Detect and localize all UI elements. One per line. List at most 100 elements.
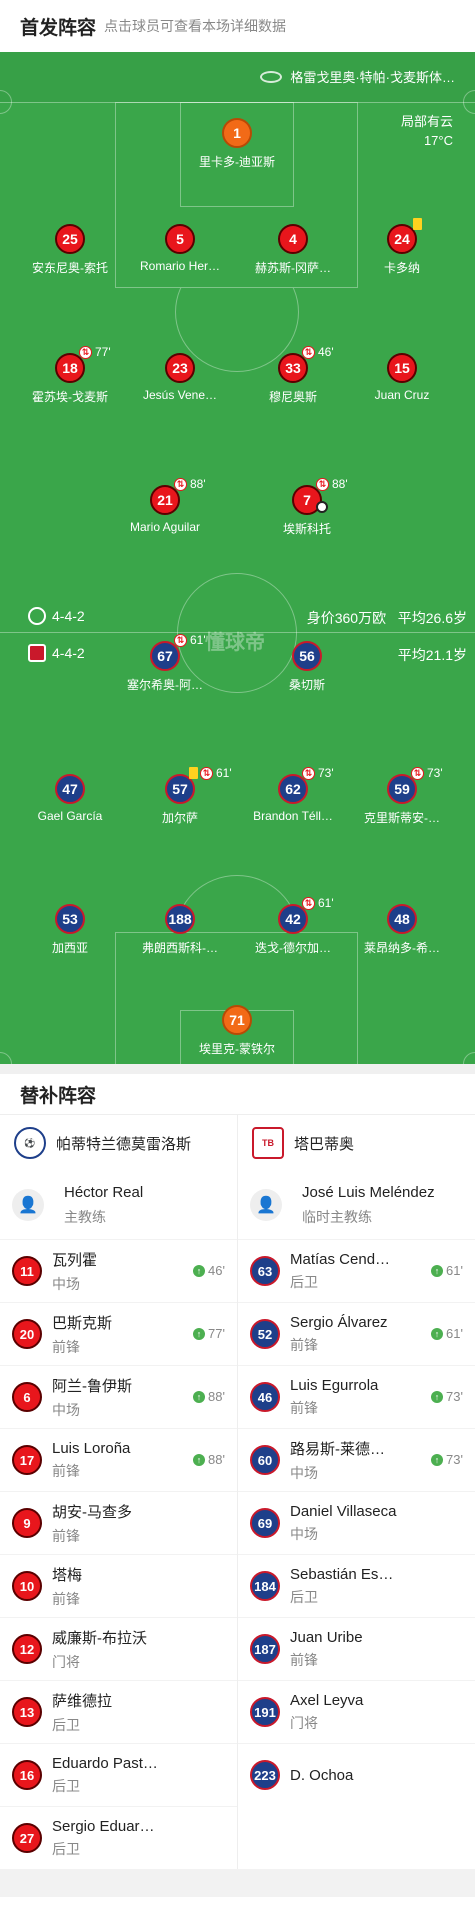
bench-player[interactable]: 6 阿兰-鲁伊斯 中场 ↑ 88' [0,1365,237,1428]
bench-player[interactable]: 187 Juan Uribe 前锋 [238,1617,475,1680]
player-badge: 4 [278,224,308,254]
bench-player-name: 萨维德拉 [52,1692,113,1710]
home-player[interactable]: 25 安东尼奥-索托 [15,224,125,276]
bench-player-info: Eduardo Past… 后卫 [52,1755,237,1796]
substitution-icon: ⇅ [79,345,92,359]
player-badge: 56 [292,641,322,671]
away-player[interactable]: 53 加西亚 [15,904,125,956]
player-badge: 15 [387,353,417,383]
player-name: 卡多纳 [383,261,420,275]
home-player[interactable]: 21 ⇅ 88' Mario Aguilar [110,477,220,534]
bench-player[interactable]: 223 D. Ochoa [238,1743,475,1806]
home-player[interactable]: 33 ⇅ 46' 穆尼奥斯 [238,345,348,405]
away-player[interactable]: 62 ⇅ 73' Brandon Téll… [238,766,348,823]
weather-condition: 局部有云 [400,114,453,129]
substitution-info: ⇅ 46' [302,345,334,359]
bench-player-number: 191 [250,1697,280,1727]
player-name: 塞尔希奥-阿… [127,678,203,692]
home-coach[interactable]: 👤 Héctor Real 主教练 [0,1171,237,1239]
away-player[interactable]: 56 桑切斯 [252,641,362,693]
away-player[interactable]: 188 弗朗西斯科-… [125,904,235,956]
bench-player[interactable]: 16 Eduardo Past… 后卫 [0,1743,237,1806]
footer-spacer [0,1869,475,1897]
sub-minute: 61' [190,633,206,647]
bench-player-name: Sergio Álvarez [290,1313,388,1331]
home-player[interactable]: 15 Juan Cruz [347,353,457,402]
player-badge: 59 ⇅ 73' [387,766,443,804]
bench-player[interactable]: 11 瓦列霍 中场 ↑ 46' [0,1239,237,1302]
sub-in-minute: 88' [208,1452,225,1467]
player-number: 4 [278,224,308,254]
bench-player[interactable]: 63 Matías Cend… 后卫 ↑ 61' [238,1239,475,1302]
away-bench-team[interactable]: TB 塔巴蒂奥 [238,1115,475,1171]
substitution-icon: ⇅ [411,766,424,780]
bench-player-number: 20 [12,1319,42,1349]
bench-player[interactable]: 191 Axel Leyva 门将 [238,1680,475,1743]
player-name: Jesús Vene… [142,388,218,402]
home-age: 平均26.6岁 [397,610,467,626]
lineup-title: 首发阵容 [20,17,97,39]
player-badge: 18 ⇅ 77' [55,345,111,383]
sub-in-arrow-icon: ↑ [193,1327,206,1340]
home-player[interactable]: 1 里卡多-迪亚斯 [182,118,292,170]
away-player[interactable]: 48 莱昂纳多-希… [347,904,457,956]
bench-player[interactable]: 27 Sergio Eduar… 后卫 [0,1806,237,1869]
home-player[interactable]: 23 Jesús Vene… [125,353,235,402]
bench-player[interactable]: 9 胡安-马查多 前锋 [0,1491,237,1554]
player-number: 23 [165,353,195,383]
substitution-info: ⇅ 73' [302,766,334,780]
away-player[interactable]: 71 埃里克-蒙铁尔 [182,1005,292,1057]
player-badge: 48 [387,904,417,934]
home-player[interactable]: 18 ⇅ 77' 霍苏埃-戈麦斯 [15,345,125,405]
home-team-logo [28,607,46,625]
sub-in-arrow-icon: ↑ [431,1264,444,1277]
home-bench-team[interactable]: ⚽ 帕蒂特兰德莫雷洛斯 [0,1115,237,1171]
away-player[interactable]: 57 ⇅ 61' 加尔萨 [125,766,235,826]
bench-player-name: 巴斯克斯 [52,1314,113,1332]
bench-player[interactable]: 17 Luis Loroña 前锋 ↑ 88' [0,1428,237,1491]
bench-player-name: Juan Uribe [290,1628,363,1646]
away-team-badge: TB [252,1127,284,1159]
home-player[interactable]: 7 ⇅ 88' 埃斯科托 [252,477,362,537]
bench-player[interactable]: 20 巴斯克斯 前锋 ↑ 77' [0,1302,237,1365]
home-player[interactable]: 24 卡多纳 [347,218,457,276]
bench-player[interactable]: 12 威廉斯-布拉沃 门将 [0,1617,237,1680]
corner-arc [0,1052,12,1064]
player-badge: 57 ⇅ 61' [165,766,232,804]
away-coach[interactable]: 👤 José Luis Meléndez 临时主教练 [238,1171,475,1239]
sub-in-arrow-icon: ↑ [431,1453,444,1466]
bench-player[interactable]: 52 Sergio Álvarez 前锋 ↑ 61' [238,1302,475,1365]
player-name: 赫苏斯-冈萨… [255,261,331,275]
home-player[interactable]: 5 Romario Her… [125,224,235,273]
bench-player-name: Sergio Eduar… [52,1817,155,1835]
bench-player[interactable]: 10 塔梅 前锋 [0,1554,237,1617]
home-team-badge: ⚽ [14,1127,46,1159]
bench-player-info: 塔梅 前锋 [52,1564,237,1609]
venue-name: 格雷戈里奥·特帕·戈麦斯体… [290,70,455,85]
sub-in-arrow-icon: ↑ [193,1390,206,1403]
away-player[interactable]: 42 ⇅ 61' 迭戈-德尔加… [238,896,348,956]
bench-player-name: 阿兰-鲁伊斯 [52,1377,132,1395]
bench-player-number: 184 [250,1571,280,1601]
away-player[interactable]: 67 ⇅ 61' 塞尔希奥-阿… [110,633,220,693]
home-team-row: 4-4-2 身价360万欧 平均26.6岁 [0,605,475,627]
sub-in: ↑ 61' [431,1263,463,1278]
bench-player[interactable]: 60 路易斯-莱德… 中场 ↑ 73' [238,1428,475,1491]
bench-player[interactable]: 184 Sebastián Es… 后卫 [238,1554,475,1617]
bench-player-number: 12 [12,1634,42,1664]
bench-player-info: Juan Uribe 前锋 [290,1629,475,1670]
home-coach-role: 主教练 [64,1208,106,1225]
away-player[interactable]: 59 ⇅ 73' 克里斯蒂安-… [347,766,457,826]
sub-minute: 73' [427,766,443,780]
bench-player[interactable]: 13 萨维德拉 后卫 [0,1680,237,1743]
bench-player-name: Luis Egurrola [290,1376,379,1394]
lineup-header: 首发阵容 点击球员可查看本场详细数据 [0,0,475,52]
corner-arc [463,90,475,114]
away-player[interactable]: 47 Gael García [15,774,125,823]
player-number: 48 [387,904,417,934]
bench-player[interactable]: 69 Daniel Villaseca 中场 [238,1491,475,1554]
bench-player[interactable]: 46 Luis Egurrola 前锋 ↑ 73' [238,1365,475,1428]
player-badge: 25 [55,224,85,254]
bench-player-name: Sebastián Es… [290,1565,394,1583]
home-player[interactable]: 4 赫苏斯-冈萨… [238,224,348,276]
